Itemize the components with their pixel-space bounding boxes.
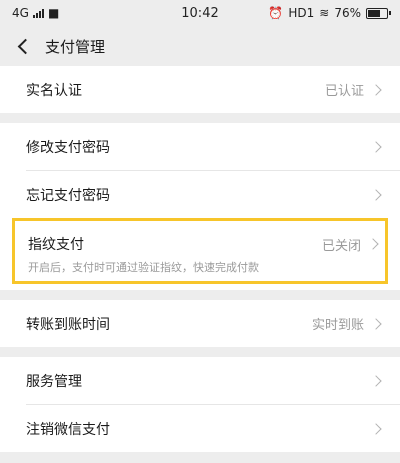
row-value: 已认证 bbox=[324, 84, 364, 99]
chevron-right-icon bbox=[370, 188, 382, 201]
row-transfer-time[interactable]: 转账到账时间 实时到账 bbox=[0, 300, 400, 347]
back-icon[interactable] bbox=[17, 38, 34, 54]
row-forgot-password[interactable]: 忘记支付密码 bbox=[0, 171, 400, 218]
row-modify-password[interactable]: 修改支付密码 bbox=[0, 123, 400, 170]
group-transfer: 转账到账时间 实时到账 bbox=[0, 300, 400, 347]
row-realname[interactable]: 实名认证 已认证 bbox=[0, 66, 400, 113]
row-label: 服务管理 bbox=[26, 373, 82, 390]
row-service-management[interactable]: 服务管理 bbox=[0, 357, 400, 404]
nav-bar: 支付管理 bbox=[0, 26, 400, 66]
row-label: 实名认证 bbox=[26, 82, 82, 99]
group-realname: 实名认证 已认证 bbox=[0, 66, 400, 113]
row-label: 指纹支付 bbox=[28, 237, 84, 253]
fingerprint-highlight: 指纹支付 已关闭 开启后，支付时可通过验证指纹，快速完成付款 bbox=[12, 218, 388, 284]
chevron-right-icon bbox=[367, 238, 379, 250]
row-value: 已关闭 bbox=[321, 238, 361, 254]
chevron-right-icon bbox=[370, 83, 382, 96]
page-title: 支付管理 bbox=[45, 37, 106, 56]
row-label: 忘记支付密码 bbox=[26, 187, 110, 204]
chevron-right-icon bbox=[370, 317, 382, 330]
chevron-right-icon bbox=[370, 374, 382, 387]
chevron-right-icon bbox=[370, 422, 382, 435]
row-fingerprint-pay[interactable]: 指纹支付 已关闭 bbox=[15, 221, 385, 267]
battery-icon bbox=[366, 7, 391, 19]
group-password: 修改支付密码 忘记支付密码 指纹支付 已关闭 开启后，支付时可通过验证指纹，快速… bbox=[0, 123, 400, 290]
row-value: 实时到账 bbox=[311, 318, 364, 333]
status-bar: 4G ■ 10:42 ⏰ HD1 ≋ 76% bbox=[0, 0, 400, 26]
group-service: 服务管理 注销微信支付 bbox=[0, 357, 400, 452]
row-label: 转账到账时间 bbox=[26, 316, 110, 333]
row-deregister-pay[interactable]: 注销微信支付 bbox=[0, 405, 400, 452]
row-label: 修改支付密码 bbox=[26, 139, 110, 156]
row-label: 注销微信支付 bbox=[26, 421, 110, 438]
chevron-right-icon bbox=[370, 140, 382, 153]
status-time: 10:42 bbox=[181, 5, 219, 21]
